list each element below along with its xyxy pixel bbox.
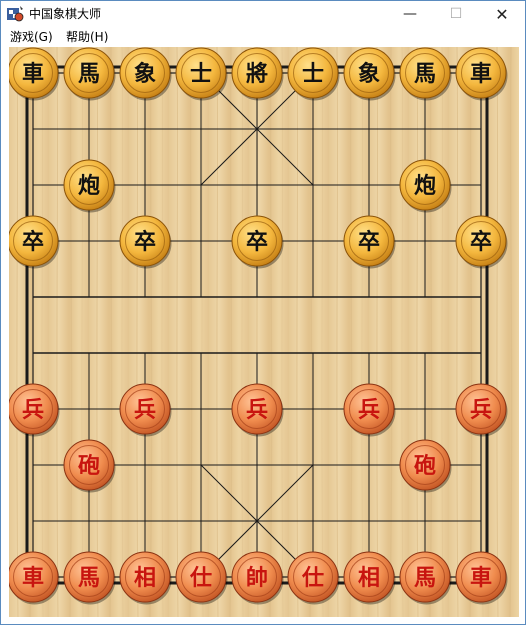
piece-label: 象 (134, 61, 156, 87)
piece-label: 仕 (301, 565, 324, 591)
piece-label: 車 (22, 61, 44, 87)
piece-label: 卒 (22, 229, 44, 255)
minimize-button[interactable]: — (387, 1, 433, 27)
maximize-icon: ☐ (449, 6, 463, 22)
piece-label: 馬 (78, 61, 100, 87)
piece-label: 兵 (134, 397, 156, 423)
close-icon: ✕ (495, 4, 509, 24)
chess-app-icon (7, 6, 24, 22)
piece-label: 卒 (134, 229, 156, 255)
piece-label: 將 (246, 61, 268, 87)
app-window: 中国象棋大师 — ☐ ✕ 游戏(G) 帮助(H) 車 馬 象 士 將 士 象 馬… (0, 0, 526, 625)
piece-label: 兵 (246, 397, 268, 423)
piece-label: 砲 (78, 453, 100, 479)
menu-bar: 游戏(G) 帮助(H) (1, 27, 525, 47)
title-bar[interactable]: 中国象棋大师 — ☐ ✕ (1, 1, 525, 27)
piece-label: 仕 (189, 565, 212, 591)
piece-label: 炮 (414, 173, 436, 199)
minimize-icon: — (403, 6, 417, 22)
board-background (9, 47, 519, 617)
menu-game[interactable]: 游戏(G) (8, 29, 55, 45)
piece-label: 卒 (246, 229, 268, 255)
close-button[interactable]: ✕ (479, 1, 525, 27)
piece-label: 砲 (414, 453, 436, 479)
piece-label: 馬 (414, 565, 436, 591)
piece-label: 車 (470, 565, 492, 591)
menu-help[interactable]: 帮助(H) (64, 29, 110, 45)
piece-label: 卒 (470, 229, 492, 255)
piece-label: 士 (190, 61, 212, 87)
board-canvas[interactable]: 車馬象士將士象馬車炮 炮卒卒卒卒卒兵兵兵兵兵砲 砲車馬相仕帥仕相馬車 (9, 47, 519, 617)
piece-label: 車 (470, 61, 492, 87)
piece-label: 相 (358, 565, 380, 591)
piece-label: 卒 (358, 229, 380, 255)
piece-label: 馬 (414, 61, 436, 87)
piece-label: 炮 (78, 173, 100, 199)
chess-board[interactable]: 車馬象士將士象馬車炮炮卒卒卒卒卒兵兵兵兵兵砲砲車馬相仕帥仕相馬車 (9, 47, 519, 617)
piece-label: 兵 (22, 397, 44, 423)
piece-label: 象 (358, 61, 380, 87)
maximize-button[interactable]: ☐ (433, 1, 479, 27)
piece-label: 馬 (78, 565, 100, 591)
piece-label: 兵 (358, 397, 380, 423)
piece-label: 車 (22, 565, 44, 591)
piece-label: 士 (302, 61, 324, 87)
piece-label: 相 (134, 565, 156, 591)
window-title: 中国象棋大师 (29, 7, 102, 21)
piece-label: 帥 (246, 565, 268, 591)
piece-label: 兵 (470, 397, 492, 423)
